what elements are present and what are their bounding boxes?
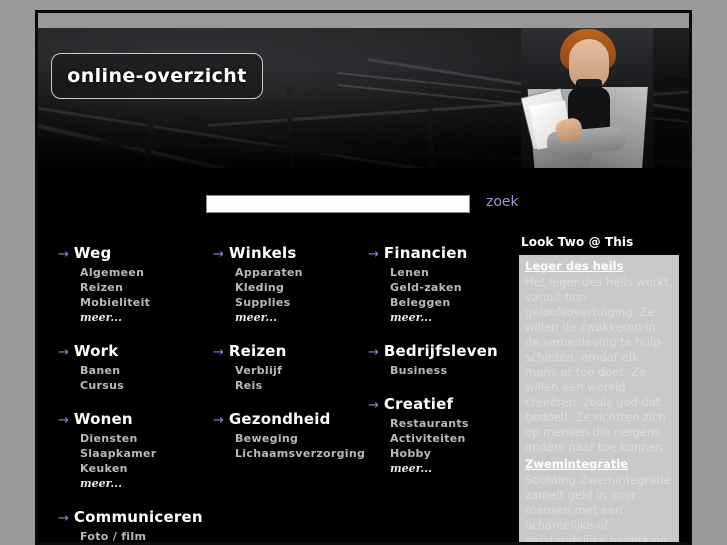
category-link[interactable]: Lenen xyxy=(390,265,518,280)
category-link[interactable]: Business xyxy=(390,363,518,378)
sidebar-entry-body: Stichting Zwemintegratie zamelt geld in … xyxy=(525,473,672,545)
category-more-link[interactable]: meer... xyxy=(390,310,518,325)
category-more-link[interactable]: meer... xyxy=(80,476,208,491)
category-link-list: Diensten Slaapkamer Keuken meer... xyxy=(58,431,208,491)
category-link[interactable]: Reis xyxy=(235,378,363,393)
search-input[interactable] xyxy=(206,195,470,213)
category-group: → Creatief Restaurants Activiteiten Hobby mee… xyxy=(368,395,518,476)
category-link-list: Lenen Geld-zaken Beleggen meer... xyxy=(368,265,518,325)
category-group: → Reizen Verblijf Reis xyxy=(213,342,363,393)
category-title: Gezondheid xyxy=(228,410,331,428)
sidebar-content-box: Leger des heils Het leger des heils werkt… xyxy=(519,255,679,545)
category-link[interactable]: Cursus xyxy=(80,378,208,393)
category-link[interactable]: Kleding xyxy=(235,280,363,295)
site-banner: online-overzicht xyxy=(38,13,689,168)
category-group: → Winkels Apparaten Kleding Supplies meer... xyxy=(213,244,363,325)
arrow-right-icon: → xyxy=(58,247,69,262)
sidebar-entry-heading[interactable]: Leger des heils xyxy=(525,259,673,274)
sidebar-entry-heading[interactable]: Zwemintegratie xyxy=(525,457,673,472)
category-link[interactable]: Supplies xyxy=(235,295,363,310)
category-link[interactable]: Mobieliteit xyxy=(80,295,208,310)
category-group: → Weg Algemeen Reizen Mobieliteit meer... xyxy=(58,244,208,325)
category-link[interactable]: Geld-zaken xyxy=(390,280,518,295)
category-link[interactable]: Keuken xyxy=(80,461,208,476)
category-heading[interactable]: → Financien xyxy=(368,244,518,262)
category-link[interactable]: Restaurants xyxy=(390,416,518,431)
category-column-3: → Financien Lenen Geld-zaken Beleggen meer...… xyxy=(368,244,518,493)
category-heading[interactable]: → Work xyxy=(58,342,208,360)
category-title: Financien xyxy=(383,244,468,262)
category-link-list: Foto / filmOntwikkelingPersonal computer xyxy=(58,529,208,542)
category-heading[interactable]: → Creatief xyxy=(368,395,518,413)
category-link[interactable]: Apparaten xyxy=(235,265,363,280)
category-column-1: → Weg Algemeen Reizen Mobieliteit meer... → Wor… xyxy=(58,244,208,542)
arrow-right-icon: → xyxy=(58,511,69,526)
banner-person-photo xyxy=(521,13,653,168)
page-root: online-overzicht zoek → Weg Algemeen Rei… xyxy=(0,0,727,545)
category-group: → Work Banen Cursus xyxy=(58,342,208,393)
category-title: Winkels xyxy=(228,244,297,262)
category-more-link[interactable]: meer... xyxy=(235,310,363,325)
arrow-right-icon: → xyxy=(368,398,379,413)
category-heading[interactable]: → Wonen xyxy=(58,410,208,428)
category-link[interactable]: Banen xyxy=(80,363,208,378)
category-link[interactable]: Foto / film xyxy=(80,529,208,542)
sidebar-title: Look Two @ This xyxy=(521,235,634,249)
category-link[interactable]: Reizen xyxy=(80,280,208,295)
category-link[interactable]: Activiteiten xyxy=(390,431,518,446)
arrow-right-icon: → xyxy=(58,345,69,360)
category-column-2: → Winkels Apparaten Kleding Supplies meer... →… xyxy=(213,244,365,478)
category-link[interactable]: Beleggen xyxy=(390,295,518,310)
category-title: Communiceren xyxy=(73,508,203,526)
category-group: → Financien Lenen Geld-zaken Beleggen meer... xyxy=(368,244,518,325)
category-link[interactable]: Lichaamsverzorging xyxy=(235,446,365,461)
category-more-link[interactable]: meer... xyxy=(80,310,208,325)
arrow-right-icon: → xyxy=(213,413,224,428)
category-heading[interactable]: → Gezondheid xyxy=(213,410,363,428)
search-bar: zoek xyxy=(38,168,689,230)
category-link-list: Verblijf Reis xyxy=(213,363,363,393)
site-logo-text: online-overzicht xyxy=(67,65,247,87)
category-link-list: Business xyxy=(368,363,518,378)
category-title: Creatief xyxy=(383,395,454,413)
search-submit-button[interactable]: zoek xyxy=(486,194,519,210)
sidebar: Look Two @ This Leger des heils Het leger… xyxy=(519,235,681,545)
site-logo[interactable]: online-overzicht xyxy=(51,53,263,99)
category-group: → Wonen Diensten Slaapkamer Keuken meer... xyxy=(58,410,208,491)
category-link[interactable]: Algemeen xyxy=(80,265,208,280)
category-link[interactable]: Slaapkamer xyxy=(80,446,208,461)
category-group: → Gezondheid Beweging Lichaamsverzorging xyxy=(213,410,365,461)
arrow-right-icon: → xyxy=(213,247,224,262)
directory-area: → Weg Algemeen Reizen Mobieliteit meer... → Wor… xyxy=(38,230,689,545)
category-title: Work xyxy=(73,342,119,360)
category-link-list: Beweging Lichaamsverzorging xyxy=(213,431,365,461)
category-heading[interactable]: → Bedrijfsleven xyxy=(368,342,518,360)
category-heading[interactable]: → Winkels xyxy=(213,244,363,262)
category-link-list: Restaurants Activiteiten Hobby meer... xyxy=(368,416,518,476)
arrow-right-icon: → xyxy=(368,345,379,360)
category-link[interactable]: Verblijf xyxy=(235,363,363,378)
category-link-list: Algemeen Reizen Mobieliteit meer... xyxy=(58,265,208,325)
content-frame: online-overzicht zoek → Weg Algemeen Rei… xyxy=(35,10,692,545)
category-more-link[interactable]: meer... xyxy=(390,461,518,476)
category-title: Weg xyxy=(73,244,112,262)
category-group: → Bedrijfsleven Business xyxy=(368,342,518,378)
category-heading[interactable]: → Weg xyxy=(58,244,208,262)
category-heading[interactable]: → Communiceren xyxy=(58,508,208,526)
category-title: Bedrijfsleven xyxy=(383,342,498,360)
category-link-list: Banen Cursus xyxy=(58,363,208,393)
category-heading[interactable]: → Reizen xyxy=(213,342,363,360)
category-group: → Communiceren Foto / filmOntwikkelingPers… xyxy=(58,508,208,542)
category-link-list: Apparaten Kleding Supplies meer... xyxy=(213,265,363,325)
arrow-right-icon: → xyxy=(58,413,69,428)
category-link[interactable]: Beweging xyxy=(235,431,363,446)
arrow-right-icon: → xyxy=(368,247,379,262)
category-link[interactable]: Diensten xyxy=(80,431,208,446)
sidebar-entry-body: Het leger des heils werkt vanuit hun gel… xyxy=(525,275,669,454)
arrow-right-icon: → xyxy=(213,345,224,360)
category-title: Wonen xyxy=(73,410,133,428)
category-title: Reizen xyxy=(228,342,287,360)
category-link[interactable]: Hobby xyxy=(390,446,518,461)
